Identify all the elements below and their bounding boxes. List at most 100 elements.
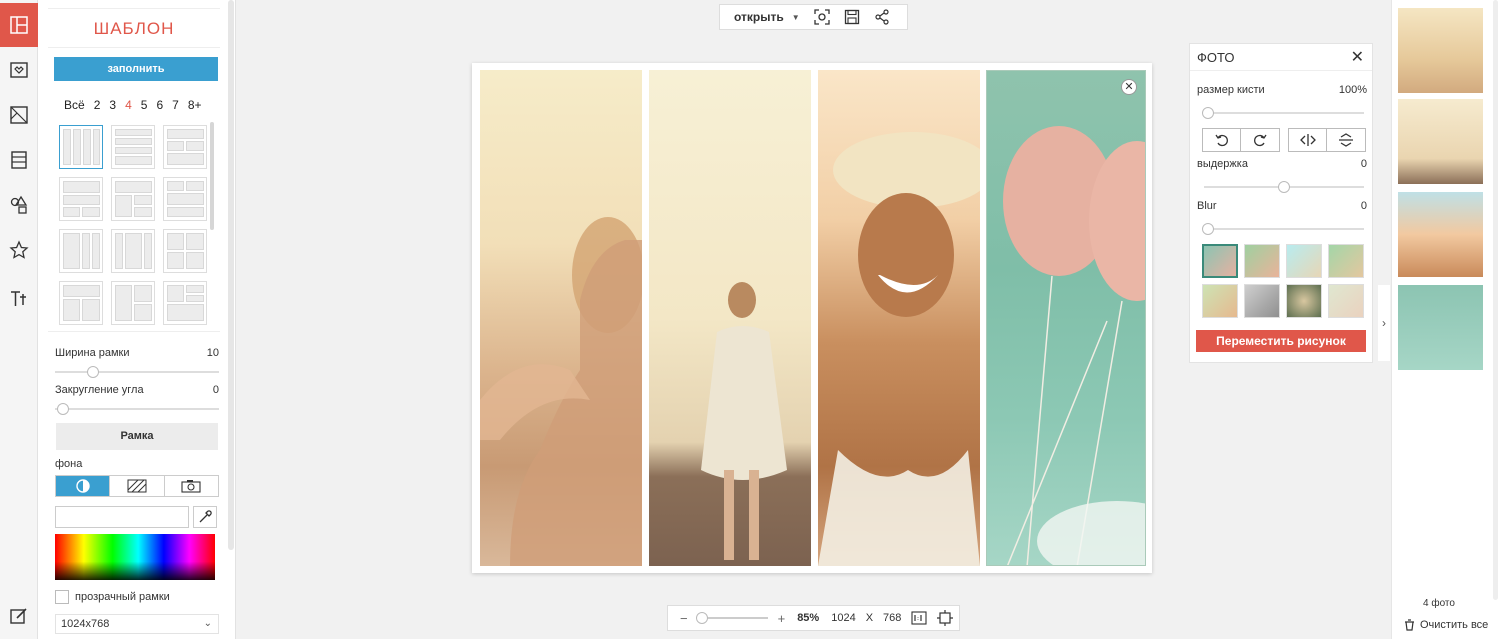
brush-size-slider[interactable]	[1202, 107, 1364, 119]
count-filter-all[interactable]: Всё	[64, 98, 85, 112]
exposure-knob[interactable]	[1278, 181, 1290, 193]
template-thumb[interactable]	[59, 281, 103, 325]
rotate-left-button[interactable]	[1203, 129, 1241, 151]
zoom-slider[interactable]	[695, 612, 768, 624]
template-thumb[interactable]	[59, 229, 103, 273]
divider	[48, 331, 220, 332]
library-scrollbar[interactable]	[1493, 0, 1498, 600]
tab-image[interactable]	[165, 476, 218, 496]
save-button[interactable]	[844, 9, 860, 25]
template-thumb[interactable]	[163, 125, 207, 169]
fit-screen-icon	[937, 610, 954, 626]
filter-thumb[interactable]	[1244, 244, 1280, 278]
left-panel-scrollbar[interactable]	[228, 0, 234, 550]
count-filter-2[interactable]: 2	[94, 98, 101, 112]
collage-cell-4[interactable]: ✕	[986, 70, 1146, 566]
text-tool-button[interactable]	[0, 276, 38, 320]
border-width-slider[interactable]	[55, 366, 219, 378]
filter-thumb[interactable]	[1202, 284, 1238, 318]
blur-value: 0	[1360, 200, 1367, 212]
screenshot-button[interactable]	[814, 9, 830, 25]
frame-button[interactable]: Рамка	[56, 423, 218, 450]
template-thumb[interactable]	[111, 281, 155, 325]
template-thumb[interactable]	[163, 229, 207, 273]
color-hex-input[interactable]	[55, 506, 189, 528]
canvas-size-select[interactable]: 1024x768 ⌄	[55, 614, 219, 634]
library-photo-2[interactable]	[1398, 99, 1483, 184]
library-photo-4[interactable]	[1398, 285, 1483, 370]
blur-knob[interactable]	[1202, 223, 1214, 235]
shapes-icon	[10, 195, 28, 214]
flip-vertical-button[interactable]	[1327, 129, 1365, 151]
template-thumb[interactable]	[111, 125, 155, 169]
open-menu[interactable]: открыть	[734, 10, 784, 24]
photo-frame-tool-button[interactable]	[0, 48, 38, 92]
clipart-tool-button[interactable]	[0, 183, 38, 227]
template-thumb[interactable]	[111, 177, 155, 221]
filter-thumb[interactable]	[1328, 244, 1364, 278]
exposure-slider[interactable]	[1204, 181, 1364, 193]
filter-thumb[interactable]	[1202, 244, 1238, 278]
zoom-knob[interactable]	[695, 612, 708, 624]
zoom-out-button[interactable]: −	[680, 611, 688, 626]
flip-horizontal-button[interactable]	[1289, 129, 1327, 151]
fill-button[interactable]: заполнить	[54, 57, 218, 81]
clear-all-button[interactable]: Очистить все	[1404, 619, 1488, 631]
mask-tool-button[interactable]	[0, 93, 38, 137]
share-button[interactable]	[874, 9, 890, 25]
image-mask-icon	[10, 106, 28, 124]
expand-panel-button[interactable]: ›	[1378, 285, 1390, 361]
count-filter-3[interactable]: 3	[109, 98, 116, 112]
library-photo-1[interactable]	[1398, 8, 1483, 93]
collage-cell-2[interactable]	[649, 70, 811, 566]
transparent-border-checkbox[interactable]	[55, 590, 69, 604]
brush-size-row: размер кисти 100%	[1197, 84, 1367, 96]
brush-size-knob[interactable]	[1202, 107, 1214, 119]
border-width-value: 10	[206, 347, 219, 359]
actual-size-button[interactable]	[911, 610, 927, 626]
eyedropper-button[interactable]	[193, 506, 217, 528]
fit-screen-button[interactable]	[937, 610, 954, 626]
tab-pattern[interactable]	[110, 476, 165, 496]
filter-thumb[interactable]	[1286, 244, 1322, 278]
collage-cell-3[interactable]	[818, 70, 980, 566]
layout-icon	[10, 16, 28, 34]
filter-thumb[interactable]	[1328, 284, 1364, 318]
rotate-right-button[interactable]	[1241, 129, 1279, 151]
move-image-button[interactable]: Переместить рисунок	[1196, 330, 1366, 352]
share-icon	[875, 9, 889, 25]
filter-thumb[interactable]	[1286, 284, 1322, 318]
template-thumb[interactable]	[163, 281, 207, 325]
remove-photo-button[interactable]: ✕	[1121, 79, 1137, 95]
zoom-in-button[interactable]: +	[778, 611, 786, 626]
close-icon[interactable]: ✕	[1351, 50, 1364, 66]
transparent-border-label: прозрачный рамки	[75, 591, 170, 603]
count-filter-5[interactable]: 5	[141, 98, 148, 112]
color-spectrum-picker[interactable]	[55, 534, 215, 580]
filter-thumb[interactable]	[1244, 284, 1280, 318]
count-filter-6[interactable]: 6	[156, 98, 163, 112]
rows-icon	[11, 151, 27, 169]
tab-solid-color[interactable]	[56, 476, 111, 496]
corner-radius-slider[interactable]	[55, 403, 219, 415]
template-thumb[interactable]	[111, 229, 155, 273]
edit-icon[interactable]	[9, 606, 29, 626]
blur-slider[interactable]	[1202, 223, 1364, 235]
template-tool-button[interactable]	[0, 3, 38, 47]
count-filter-8plus[interactable]: 8+	[188, 98, 202, 112]
template-thumb[interactable]	[59, 125, 103, 169]
collage-cell-1[interactable]	[480, 70, 642, 566]
panel-title: ШАБЛОН	[48, 8, 220, 48]
count-filter-4[interactable]: 4	[125, 98, 132, 112]
rows-tool-button[interactable]	[0, 138, 38, 182]
template-thumb[interactable]	[59, 177, 103, 221]
sticker-tool-button[interactable]	[0, 228, 38, 272]
library-photo-3[interactable]	[1398, 192, 1483, 277]
exposure-row: выдержка 0	[1197, 158, 1367, 170]
border-width-knob[interactable]	[87, 366, 99, 378]
template-thumb[interactable]	[163, 177, 207, 221]
caret-down-icon[interactable]: ▼	[792, 13, 800, 22]
corner-radius-knob[interactable]	[57, 403, 69, 415]
count-filter-7[interactable]: 7	[172, 98, 179, 112]
template-scrollbar[interactable]	[210, 122, 214, 230]
